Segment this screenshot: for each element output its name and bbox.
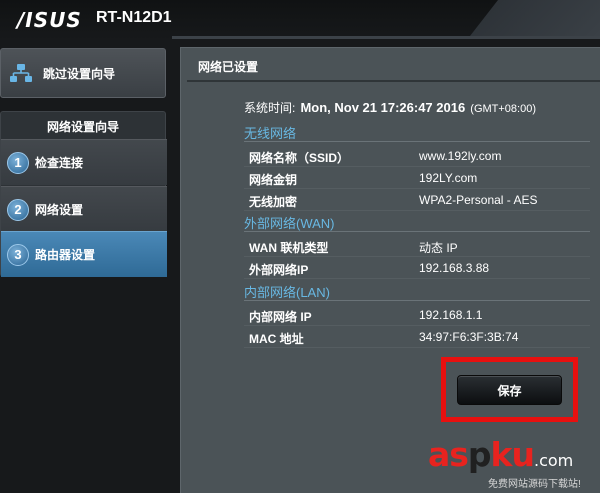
network-map-icon — [8, 62, 34, 84]
info-label: 外部网络IP — [249, 263, 309, 277]
info-value: 34:97:F6:3F:3B:74 — [419, 330, 519, 344]
wizard-step-check-connection[interactable]: 1 检查连接 — [1, 139, 167, 185]
aspku-watermark: aspku.com 免费网站源码下载站! — [428, 437, 598, 491]
header-divider-line — [172, 36, 600, 39]
system-timezone: (GMT+08:00) — [470, 103, 536, 115]
system-time: 系统时间: Mon, Nov 21 17:26:47 2016 (GMT+08:… — [244, 97, 536, 116]
asus-logo: /ISUS — [17, 8, 82, 32]
system-time-value: Mon, Nov 21 17:26:47 2016 — [300, 100, 466, 115]
info-label: 内部网络 IP — [249, 310, 312, 324]
info-label: MAC 地址 — [249, 332, 304, 346]
system-time-label: 系统时间: — [244, 101, 296, 115]
info-label: WAN 联机类型 — [249, 241, 329, 255]
section-title-lan: 内部网络(LAN) — [244, 285, 330, 300]
info-row-lan-ip: 内部网络 IP 192.168.1.1 — [244, 304, 590, 326]
section-divider — [244, 141, 590, 142]
router-model-name: RT-N12D1 — [96, 9, 172, 26]
watermark-part: ku — [490, 435, 535, 474]
skip-wizard-label: 跳过设置向导 — [43, 66, 116, 81]
info-value: 192.168.3.88 — [419, 261, 490, 275]
watermark-part: as — [428, 435, 469, 474]
setup-wizard-panel: 网络设置向导 1 检查连接 2 网络设置 3 路由器设置 — [0, 111, 167, 277]
wizard-step-label: 检查连接 — [35, 156, 84, 170]
page-title: 网络已设置 — [198, 60, 259, 74]
section-title-wan: 外部网络(WAN) — [244, 216, 335, 231]
watermark-dotcom: .com — [534, 451, 574, 470]
wizard-title: 网络设置向导 — [46, 120, 119, 134]
top-header: /ISUS RT-N12D1 — [0, 0, 600, 40]
info-value: www.192ly.com — [419, 149, 502, 163]
info-value: WPA2-Personal - AES — [419, 193, 538, 207]
wizard-step-label: 网络设置 — [35, 203, 84, 217]
info-row-encryption: 无线加密 WPA2-Personal - AES — [244, 189, 590, 211]
info-value: 动态 IP — [419, 241, 458, 255]
info-value: 192LY.com — [419, 171, 478, 185]
info-label: 网络金钥 — [249, 173, 298, 187]
info-row-wan-ip: 外部网络IP 192.168.3.88 — [244, 257, 590, 279]
info-row-mac: MAC 地址 34:97:F6:3F:3B:74 — [244, 326, 590, 348]
info-label: 网络名称（SSID） — [249, 151, 350, 165]
info-row-ssid: 网络名称（SSID） www.192ly.com — [244, 145, 590, 167]
info-label: 无线加密 — [249, 195, 298, 209]
info-value: 192.168.1.1 — [419, 308, 483, 322]
skip-wizard-button[interactable]: 跳过设置向导 — [0, 48, 166, 98]
info-row-wan-type: WAN 联机类型 动态 IP — [244, 235, 590, 257]
watermark-subtitle: 免费网站源码下载站! — [488, 479, 581, 490]
watermark-part: p — [467, 435, 492, 474]
sidebar: 跳过设置向导 网络设置向导 1 检查连接 2 网络设置 3 路由器设置 — [0, 48, 168, 488]
save-button[interactable]: 保存 — [457, 375, 562, 405]
wizard-step-router-settings[interactable]: 3 路由器设置 — [1, 231, 167, 277]
info-row-network-key: 网络金钥 192LY.com — [244, 167, 590, 189]
step-number-icon: 1 — [7, 151, 29, 174]
step-number-icon: 3 — [7, 243, 29, 266]
title-divider — [187, 80, 600, 82]
section-divider — [244, 231, 590, 232]
watermark-logo: aspku.com — [428, 437, 573, 479]
wizard-step-network-settings[interactable]: 2 网络设置 — [1, 186, 167, 232]
section-divider — [244, 300, 590, 301]
header-corner-decoration — [470, 0, 600, 36]
step-number-icon: 2 — [7, 198, 29, 221]
summary-panel: 网络已设置 系统时间: Mon, Nov 21 17:26:47 2016 (G… — [180, 47, 600, 493]
wizard-step-label: 路由器设置 — [35, 248, 96, 262]
section-title-wireless: 无线网络 — [244, 126, 297, 141]
